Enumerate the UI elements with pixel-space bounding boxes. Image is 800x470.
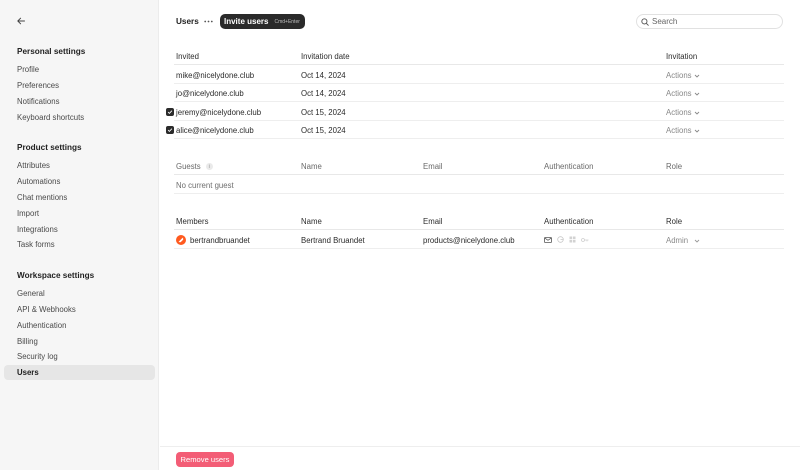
auth-methods	[544, 236, 589, 243]
actions-dropdown[interactable]: Actions	[666, 89, 700, 98]
actions-dropdown[interactable]: Actions	[666, 126, 700, 135]
col-invitation: Invitation	[666, 52, 698, 61]
more-horizontal-icon[interactable]	[202, 14, 214, 28]
sidebar-item-chat-mentions[interactable]: Chat mentions	[4, 190, 155, 205]
col-invitation-date: Invitation date	[301, 52, 350, 61]
chevron-down-icon	[694, 129, 699, 133]
search-input[interactable]	[652, 17, 772, 26]
actions-label: Actions	[666, 108, 692, 117]
actions-label: Actions	[666, 126, 692, 135]
member-name: Bertrand Bruandet	[301, 236, 365, 245]
user-logo-icon	[178, 237, 184, 243]
sidebar-item-api-webhooks[interactable]: API & Webhooks	[4, 302, 155, 317]
member-username: bertrandbruandet	[190, 235, 250, 245]
invited-email: alice@nicelydone.club	[176, 126, 254, 135]
row-checkbox-checked[interactable]	[166, 126, 174, 134]
check-icon	[167, 110, 173, 115]
guests-table-header: Guests i Name Email Authentication Role	[174, 157, 784, 175]
group-title-personal: Personal settings	[17, 47, 86, 56]
sidebar-item-task-forms[interactable]: Task forms	[4, 237, 155, 252]
invited-table-header: Invited Invitation date Invitation	[174, 47, 784, 65]
col-role: Role	[666, 217, 683, 226]
member-email: products@nicelydone.club	[423, 236, 515, 245]
col-role: Role	[666, 162, 683, 171]
col-guests-label: Guests	[176, 162, 201, 171]
invite-users-label: Invite users	[224, 17, 269, 26]
sidebar-item-notifications[interactable]: Notifications	[4, 94, 155, 109]
invitation-date: Oct 14, 2024	[301, 89, 346, 98]
member-user: bertrandbruandet	[176, 235, 250, 245]
empty-row: No current guest	[174, 176, 784, 194]
table-row[interactable]: mike@nicelydone.club Oct 14, 2024 Action…	[174, 66, 784, 84]
col-email: Email	[423, 162, 443, 171]
sidebar-item-general[interactable]: General	[4, 286, 155, 301]
invited-email: mike@nicelydone.club	[176, 71, 255, 80]
invite-shortcut-hint: Cmd+Enter	[274, 18, 300, 25]
search-icon	[641, 17, 649, 26]
actions-dropdown[interactable]: Actions	[666, 108, 700, 117]
col-members: Members	[176, 217, 209, 226]
arrow-left-icon[interactable]	[14, 14, 28, 28]
role-dropdown[interactable]: Admin	[666, 236, 700, 245]
invited-email: jeremy@nicelydone.club	[176, 108, 262, 117]
sidebar-item-attributes[interactable]: Attributes	[4, 158, 155, 173]
col-email: Email	[423, 217, 443, 226]
chevron-down-icon	[694, 111, 699, 115]
avatar	[176, 235, 186, 245]
sidebar-item-integrations[interactable]: Integrations	[4, 222, 155, 237]
members-table-header: Members Name Email Authentication Role	[174, 212, 784, 230]
table-row[interactable]: jo@nicelydone.club Oct 14, 2024 Actions	[174, 84, 784, 102]
actions-label: Actions	[666, 89, 692, 98]
col-name: Name	[301, 162, 322, 171]
sidebar-item-import[interactable]: Import	[4, 206, 155, 221]
actions-label: Actions	[666, 71, 692, 80]
col-authentication: Authentication	[544, 217, 594, 226]
invitation-date: Oct 15, 2024	[301, 108, 346, 117]
sidebar-item-preferences[interactable]: Preferences	[4, 78, 155, 93]
chevron-down-icon	[694, 74, 699, 78]
main-content: Users Invite users Cmd+Enter Invited Inv…	[160, 0, 800, 470]
sidebar-item-security-log[interactable]: Security log	[4, 349, 155, 364]
sidebar-item-authentication[interactable]: Authentication	[4, 318, 155, 333]
invited-email: jo@nicelydone.club	[176, 89, 244, 98]
invitation-date: Oct 14, 2024	[301, 71, 346, 80]
table-row[interactable]: jeremy@nicelydone.club Oct 15, 2024 Acti…	[166, 103, 784, 121]
table-row[interactable]: bertrandbruandet Bertrand Bruandet produ…	[174, 231, 784, 249]
col-invited: Invited	[176, 52, 199, 61]
sidebar-item-keyboard-shortcuts[interactable]: Keyboard shortcuts	[4, 110, 155, 125]
chevron-down-icon	[694, 92, 699, 96]
info-icon[interactable]: i	[205, 163, 213, 170]
page-title: Users	[176, 17, 199, 26]
col-name: Name	[301, 217, 322, 226]
remove-users-button[interactable]: Remove users	[176, 452, 234, 467]
settings-sidebar: Personal settings Profile Preferences No…	[0, 0, 159, 470]
col-authentication: Authentication	[544, 162, 594, 171]
invite-users-button[interactable]: Invite users Cmd+Enter	[220, 14, 305, 29]
footer-bar: Remove users	[160, 446, 800, 470]
check-icon	[167, 128, 173, 133]
group-title-workspace: Workspace settings	[17, 271, 95, 280]
sidebar-item-users[interactable]: Users	[4, 365, 155, 380]
sso-key-icon	[581, 237, 589, 242]
table-row[interactable]: alice@nicelydone.club Oct 15, 2024 Actio…	[166, 121, 784, 139]
sidebar-item-profile[interactable]: Profile	[4, 62, 155, 77]
mail-icon	[544, 236, 552, 243]
row-checkbox-checked[interactable]	[166, 108, 174, 116]
invitation-date: Oct 15, 2024	[301, 126, 346, 135]
actions-dropdown[interactable]: Actions	[666, 71, 700, 80]
google-icon	[557, 236, 564, 243]
chevron-down-icon	[694, 239, 700, 243]
search-box[interactable]	[636, 14, 783, 29]
sidebar-item-automations[interactable]: Automations	[4, 174, 155, 189]
group-title-product: Product settings	[17, 143, 82, 152]
sidebar-item-billing[interactable]: Billing	[4, 334, 155, 349]
col-guests: Guests i	[176, 162, 213, 171]
microsoft-icon	[569, 236, 576, 243]
role-label: Admin	[666, 236, 689, 245]
empty-state-text: No current guest	[176, 181, 234, 190]
